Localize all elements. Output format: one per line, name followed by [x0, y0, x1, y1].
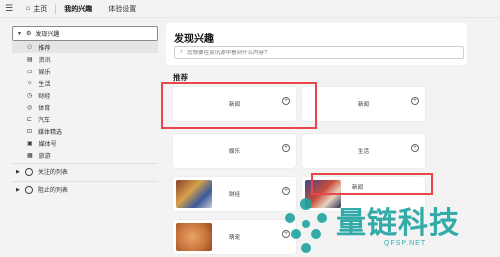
sidebar-item-label: 媒体精选 [38, 129, 63, 136]
hamburger-icon[interactable]: ☰ [0, 3, 18, 14]
triangle-right-icon: ▶ [16, 186, 20, 193]
sidebar-item-label: 媒体号 [38, 141, 57, 148]
highlight-box [161, 82, 317, 129]
sidebar-item-media-select[interactable]: ⊡ 媒体精选 [12, 125, 158, 137]
block-circle-icon [24, 185, 33, 194]
search-input[interactable] [187, 49, 428, 56]
tab-experience-settings[interactable]: 体验设置 [100, 4, 144, 14]
chart-icon: ◷ [27, 92, 33, 99]
check-circle-icon [24, 167, 33, 176]
media-icon: ⊡ [27, 128, 33, 135]
watermark-logo-icon [285, 198, 327, 253]
sidebar-item-auto[interactable]: ⊏ 汽车 [12, 113, 158, 125]
add-icon[interactable]: + [411, 144, 419, 152]
sidebar-item-sports[interactable]: ◎ 体育 [12, 101, 158, 113]
watermark: 量链科技 QFSP.NET [274, 192, 500, 254]
sidebar-item-media-account[interactable]: ▣ 媒体号 [12, 137, 158, 149]
top-bar: ☰ ⌂ 主页 我的兴趣 体验设置 [0, 0, 500, 18]
interest-card-news-2[interactable]: 新闻 + [302, 87, 425, 121]
watermark-subtext: QFSP.NET [384, 240, 427, 247]
sidebar-item-entertainment[interactable]: ▭ 娱乐 [12, 65, 158, 77]
watermark-text: 量链科技 [336, 207, 460, 240]
sidebar-group-label: 关注的列表 [37, 170, 68, 176]
sidebar-group-blocked[interactable]: ▶ 阻止的列表 [12, 181, 158, 197]
home-button[interactable]: ⌂ 主页 [18, 3, 57, 14]
sidebar-item-label: 娱乐 [38, 69, 51, 76]
sidebar-header-label: 发现兴趣 [35, 32, 60, 38]
person-icon: ⚇ [27, 44, 33, 51]
car-icon: ⊏ [27, 116, 33, 123]
tab-label: 体验设置 [108, 5, 137, 13]
sidebar-item-label: 汽车 [38, 117, 51, 124]
search-icon: ⌕ [180, 49, 184, 55]
sidebar-item-label: 推荐 [38, 45, 51, 52]
home-icon: ⌂ [26, 5, 31, 12]
sidebar-item-news[interactable]: ▤ 资讯 [12, 53, 158, 65]
sidebar-group-label: 阻止的列表 [37, 188, 68, 194]
sidebar-item-recommend[interactable]: ⚇ 推荐 [12, 41, 158, 53]
sidebar-item-finance[interactable]: ◷ 财经 [12, 89, 158, 101]
sidebar-item-label: 体育 [38, 105, 51, 112]
sidebar-item-label: 财经 [38, 93, 51, 100]
discover-panel: 发现兴趣 ⌕ [166, 23, 467, 65]
sidebar-item-label: 生活 [38, 81, 51, 88]
tab-label: 我的兴趣 [64, 5, 93, 13]
sidebar: ▼ ⚙ 发现兴趣 ⚇ 推荐 ▤ 资讯 ▭ 娱乐 ☼ 生活 ◷ 财经 ◎ 体育 ⊏… [12, 26, 158, 197]
card-label: 娱乐 [228, 149, 240, 155]
doc-icon: ▤ [27, 56, 33, 63]
sidebar-header-discover[interactable]: ▼ ⚙ 发现兴趣 [12, 26, 158, 41]
triangle-right-icon: ▶ [16, 168, 20, 175]
sidebar-item-label: 资讯 [38, 57, 51, 64]
page-title: 发现兴趣 [174, 34, 214, 45]
home-label: 主页 [33, 5, 48, 13]
triangle-down-icon: ▼ [17, 30, 22, 37]
sidebar-item-label: 旅游 [38, 153, 51, 160]
sidebar-group-following[interactable]: ▶ 关注的列表 [12, 163, 158, 179]
sidebar-item-life[interactable]: ☼ 生活 [12, 77, 158, 89]
search-box[interactable]: ⌕ [174, 46, 464, 59]
tab-my-interests[interactable]: 我的兴趣 [56, 4, 100, 14]
luggage-icon: ▦ [27, 152, 33, 159]
add-icon[interactable]: + [282, 144, 290, 152]
ball-icon: ◎ [27, 104, 33, 111]
compass-icon: ⚙ [25, 31, 32, 37]
account-icon: ▣ [27, 140, 33, 147]
sun-icon: ☼ [27, 80, 33, 86]
interest-card-life[interactable]: 生活 + [302, 134, 425, 168]
card-label: 生活 [357, 149, 369, 155]
add-icon[interactable]: + [411, 97, 419, 105]
sidebar-item-travel[interactable]: ▦ 旅游 [12, 149, 158, 161]
screen-icon: ▭ [27, 68, 33, 75]
card-label: 新闻 [357, 102, 369, 108]
interest-card-entertainment[interactable]: 娱乐 + [173, 134, 296, 168]
